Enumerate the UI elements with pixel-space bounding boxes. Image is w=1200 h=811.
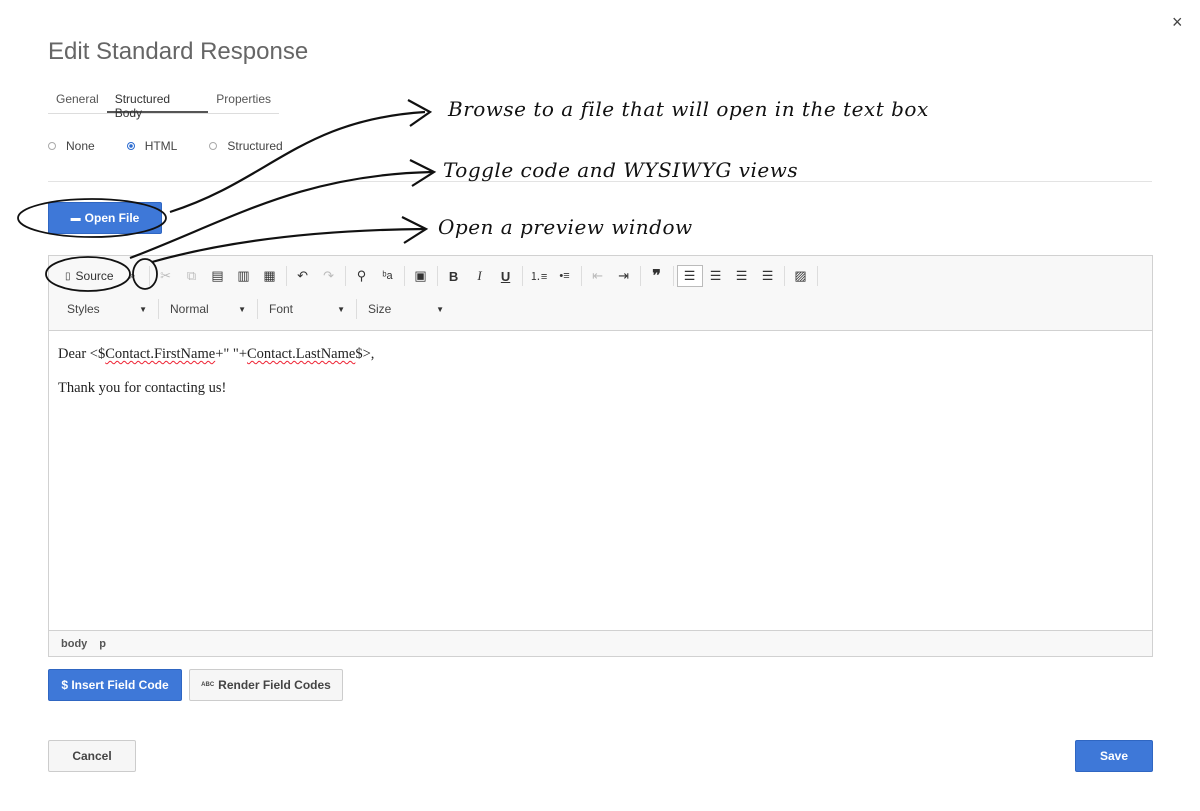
source-callout-circle bbox=[45, 256, 131, 292]
preview-callout-circle bbox=[132, 258, 158, 290]
annotation-source: Toggle code and WYSIWYG views bbox=[443, 158, 799, 182]
arrow-line-open-file bbox=[169, 110, 426, 214]
arrow-line-preview bbox=[151, 227, 425, 264]
edit-standard-response-dialog: × Edit Standard Response General Structu… bbox=[0, 0, 1200, 811]
arrow-line-source bbox=[129, 170, 433, 260]
annotation-preview: Open a preview window bbox=[438, 215, 693, 239]
annotation-open-file: Browse to a file that will open in the t… bbox=[448, 97, 929, 121]
annotation-overlay bbox=[17, 99, 437, 292]
open-file-callout-circle bbox=[17, 198, 167, 238]
